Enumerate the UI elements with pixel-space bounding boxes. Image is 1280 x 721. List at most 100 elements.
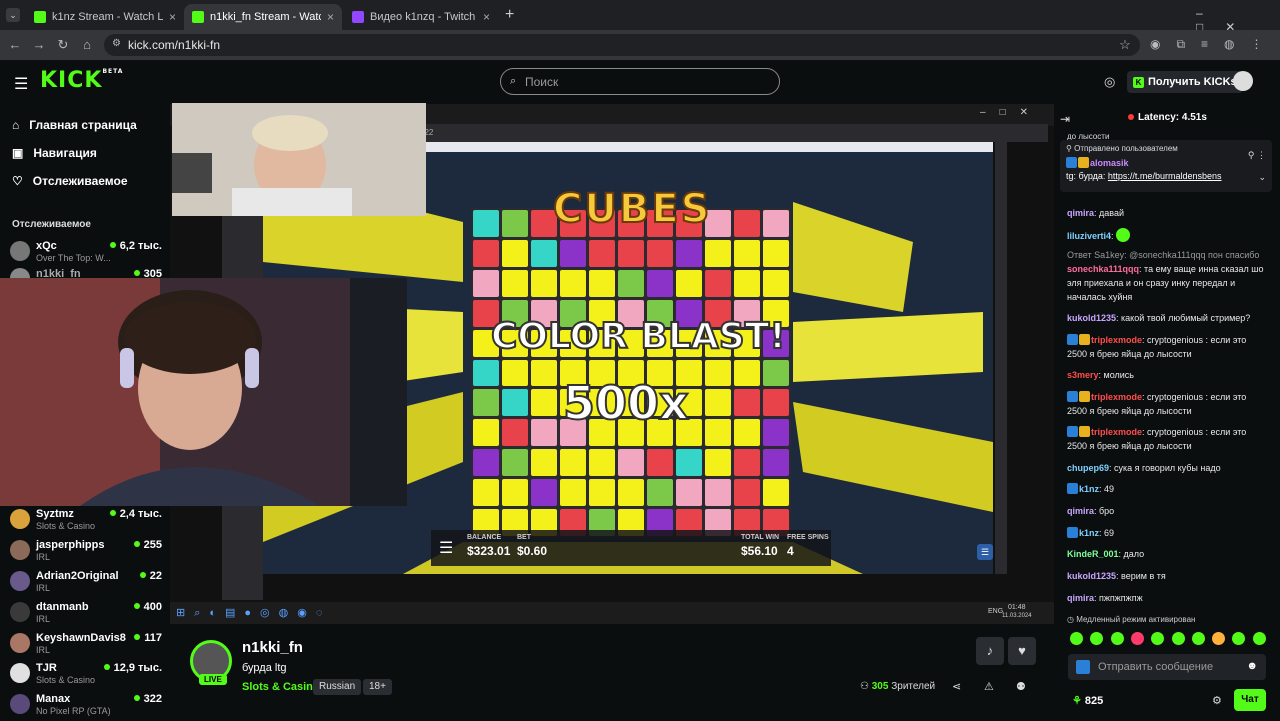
chat-username[interactable]: triplexmode bbox=[1091, 335, 1142, 345]
emote-icon[interactable] bbox=[1070, 632, 1083, 645]
tab-k1nz[interactable]: k1nz Stream - Watch Live on Kick × bbox=[26, 4, 184, 30]
bell-icon[interactable]: ♪ bbox=[976, 637, 1004, 665]
cube-cell bbox=[734, 389, 760, 417]
kick-logo[interactable]: KICKBETA bbox=[40, 68, 123, 93]
cube-cell bbox=[531, 449, 557, 477]
stream-tag[interactable]: 18+ bbox=[363, 679, 392, 695]
sidebar-channel[interactable]: Syztmz Slots & Casino 2,4 тыс. bbox=[10, 506, 162, 536]
chat-username[interactable]: qimira bbox=[1067, 593, 1094, 603]
pinned-text: tg: бурда: https://t.me/burmaldensbens bbox=[1066, 171, 1221, 181]
tab-twitch[interactable]: Видео k1nzq - Twitch × bbox=[344, 4, 498, 30]
avatar bbox=[10, 571, 30, 591]
cube-cell bbox=[473, 359, 499, 387]
get-kicks-button[interactable]: K Получить KICKs bbox=[1127, 71, 1243, 93]
add-user-icon[interactable]: ⚉ bbox=[1016, 680, 1026, 693]
chat-username[interactable]: s3mery bbox=[1067, 370, 1099, 380]
nav-home[interactable]: ⌂ Главная страница bbox=[12, 118, 137, 132]
chat-text: : какой твой любимый стример? bbox=[1116, 313, 1251, 323]
cube-cell bbox=[531, 419, 557, 447]
forward-icon[interactable]: → bbox=[30, 36, 48, 54]
emote-icon[interactable] bbox=[1212, 632, 1226, 645]
chat-username[interactable]: k1nz bbox=[1079, 528, 1099, 538]
more-icon[interactable]: ⚲ ⋮ bbox=[1248, 150, 1266, 161]
search-input[interactable]: ⌕ Поиск bbox=[500, 68, 780, 95]
nav-label: Главная страница bbox=[29, 118, 137, 132]
close-icon[interactable]: × bbox=[169, 10, 176, 24]
compass-icon: ▣ bbox=[12, 146, 24, 160]
user-avatar[interactable] bbox=[1233, 71, 1253, 91]
chat-text: : cryptogenious : если это bbox=[1142, 427, 1247, 437]
nav-browse[interactable]: ▣ Навигация bbox=[12, 146, 97, 160]
bet-label: BET bbox=[517, 534, 531, 541]
crown-badge-icon bbox=[1079, 391, 1090, 402]
emoji-icon[interactable]: ☻ bbox=[1246, 660, 1258, 672]
report-icon[interactable]: ⚠ bbox=[984, 680, 994, 693]
logo-beta-tag: BETA bbox=[102, 68, 124, 75]
kicks-count: 825 bbox=[1084, 695, 1104, 707]
chat-username[interactable]: kukold1235 bbox=[1067, 313, 1116, 323]
site-info-icon[interactable]: ⚙ bbox=[112, 38, 121, 49]
sidebar-channel[interactable]: jasperphipps IRL 255 bbox=[10, 537, 162, 567]
share-icon[interactable]: ⋖ bbox=[952, 680, 961, 693]
chat-username[interactable]: chupep69 bbox=[1067, 463, 1109, 473]
cube-cell bbox=[705, 479, 731, 507]
sidebar-channel[interactable]: TJR Slots & Casino 12,9 тыс. bbox=[10, 660, 162, 690]
settings-gear-icon[interactable]: ⚙ bbox=[1212, 694, 1222, 707]
chat-username[interactable]: k1nz bbox=[1079, 484, 1099, 494]
chat-input[interactable]: Отправить сообщение ☻ bbox=[1068, 654, 1266, 680]
chat-username[interactable]: qimira bbox=[1067, 506, 1094, 516]
viewer-count: 255 bbox=[134, 539, 162, 551]
extension-icons[interactable]: ◉⧉≡◍⋮ bbox=[1150, 37, 1279, 52]
stream-tag[interactable]: Russian bbox=[313, 679, 362, 695]
kicks-balance[interactable]: ⚘ 825 bbox=[1072, 694, 1103, 707]
chat-text: : давай bbox=[1094, 208, 1124, 218]
emote-icon[interactable] bbox=[1130, 632, 1144, 645]
back-icon[interactable]: ← bbox=[6, 36, 24, 54]
tab-n1kki[interactable]: n1kki_fn Stream - Watch Live on Kick × bbox=[184, 4, 342, 30]
chat-username[interactable]: triplexmode bbox=[1091, 392, 1142, 402]
notifications-icon[interactable]: ◎ bbox=[1104, 74, 1115, 90]
emote-icon[interactable] bbox=[1171, 632, 1185, 645]
close-icon[interactable]: × bbox=[483, 10, 490, 24]
sidebar-channel[interactable]: dtanmanb IRL 400 bbox=[10, 599, 162, 629]
channel-name[interactable]: n1kki_fn bbox=[242, 639, 303, 656]
sidebar-channel[interactable]: xQc Over The Top: W... 6,2 тыс. bbox=[10, 238, 162, 268]
reload-icon[interactable]: ↻ bbox=[54, 36, 72, 54]
sidebar-channel[interactable]: KeyshawnDavis8 IRL 117 bbox=[10, 630, 162, 660]
taskbar-app-icons: ⊞⌕◐▤●◎◍◉◌ bbox=[176, 607, 332, 619]
chat-username[interactable]: liluziverti4 bbox=[1067, 231, 1111, 241]
pinned-link[interactable]: https://t.me/burmaldensbens bbox=[1108, 171, 1222, 181]
channel-category: Slots & Casino bbox=[36, 521, 96, 531]
cube-cell bbox=[502, 359, 528, 387]
url-field[interactable]: ⚙ kick.com/n1kki-fn bbox=[104, 34, 1140, 56]
chat-username[interactable]: kukold1235 bbox=[1067, 571, 1116, 581]
chat-message: эля приехала и он сразу инку передал и bbox=[1067, 276, 1267, 290]
close-icon[interactable]: × bbox=[327, 10, 334, 24]
follow-heart-icon[interactable]: ♥ bbox=[1008, 637, 1036, 665]
chat-text: : та ему ваще инна сказал шо bbox=[1139, 264, 1264, 274]
chevron-down-icon[interactable]: ⌄ bbox=[1258, 172, 1266, 183]
chat-text: : 69 bbox=[1099, 528, 1115, 538]
emote-icon[interactable] bbox=[1252, 632, 1266, 645]
send-chat-button[interactable]: Чат bbox=[1234, 689, 1266, 711]
chat-username[interactable]: qimira bbox=[1067, 208, 1094, 218]
tab-search-button[interactable]: ⌄ bbox=[6, 8, 20, 22]
collapse-chat-icon[interactable]: ⇥ bbox=[1060, 112, 1070, 126]
webcam-overlay-main bbox=[0, 278, 407, 506]
sidebar-channel[interactable]: Adrian2Original IRL 22 bbox=[10, 568, 162, 598]
new-tab-button[interactable]: + bbox=[505, 6, 514, 24]
kick-coin-icon: K bbox=[1133, 76, 1144, 88]
emote-icon[interactable] bbox=[1191, 632, 1205, 645]
cube-cell bbox=[734, 269, 760, 297]
cube-cell bbox=[705, 419, 731, 447]
chat-username[interactable]: KindeR_001 bbox=[1067, 549, 1119, 559]
chat-username[interactable]: sonechka111qqq bbox=[1067, 264, 1139, 274]
stream-category-link[interactable]: Slots & Casino bbox=[242, 681, 320, 693]
sidebar-channel[interactable]: Manax No Pixel RP (GTA) 322 bbox=[10, 691, 162, 721]
nav-following[interactable]: ♡ Отслеживаемое bbox=[12, 174, 128, 188]
emote-icon[interactable] bbox=[1110, 632, 1124, 645]
menu-icon[interactable]: ☰ bbox=[14, 74, 28, 94]
chat-username[interactable]: triplexmode bbox=[1091, 427, 1142, 437]
bookmark-star-icon[interactable]: ☆ bbox=[1116, 36, 1134, 54]
home-icon[interactable]: ⌂ bbox=[78, 36, 96, 54]
